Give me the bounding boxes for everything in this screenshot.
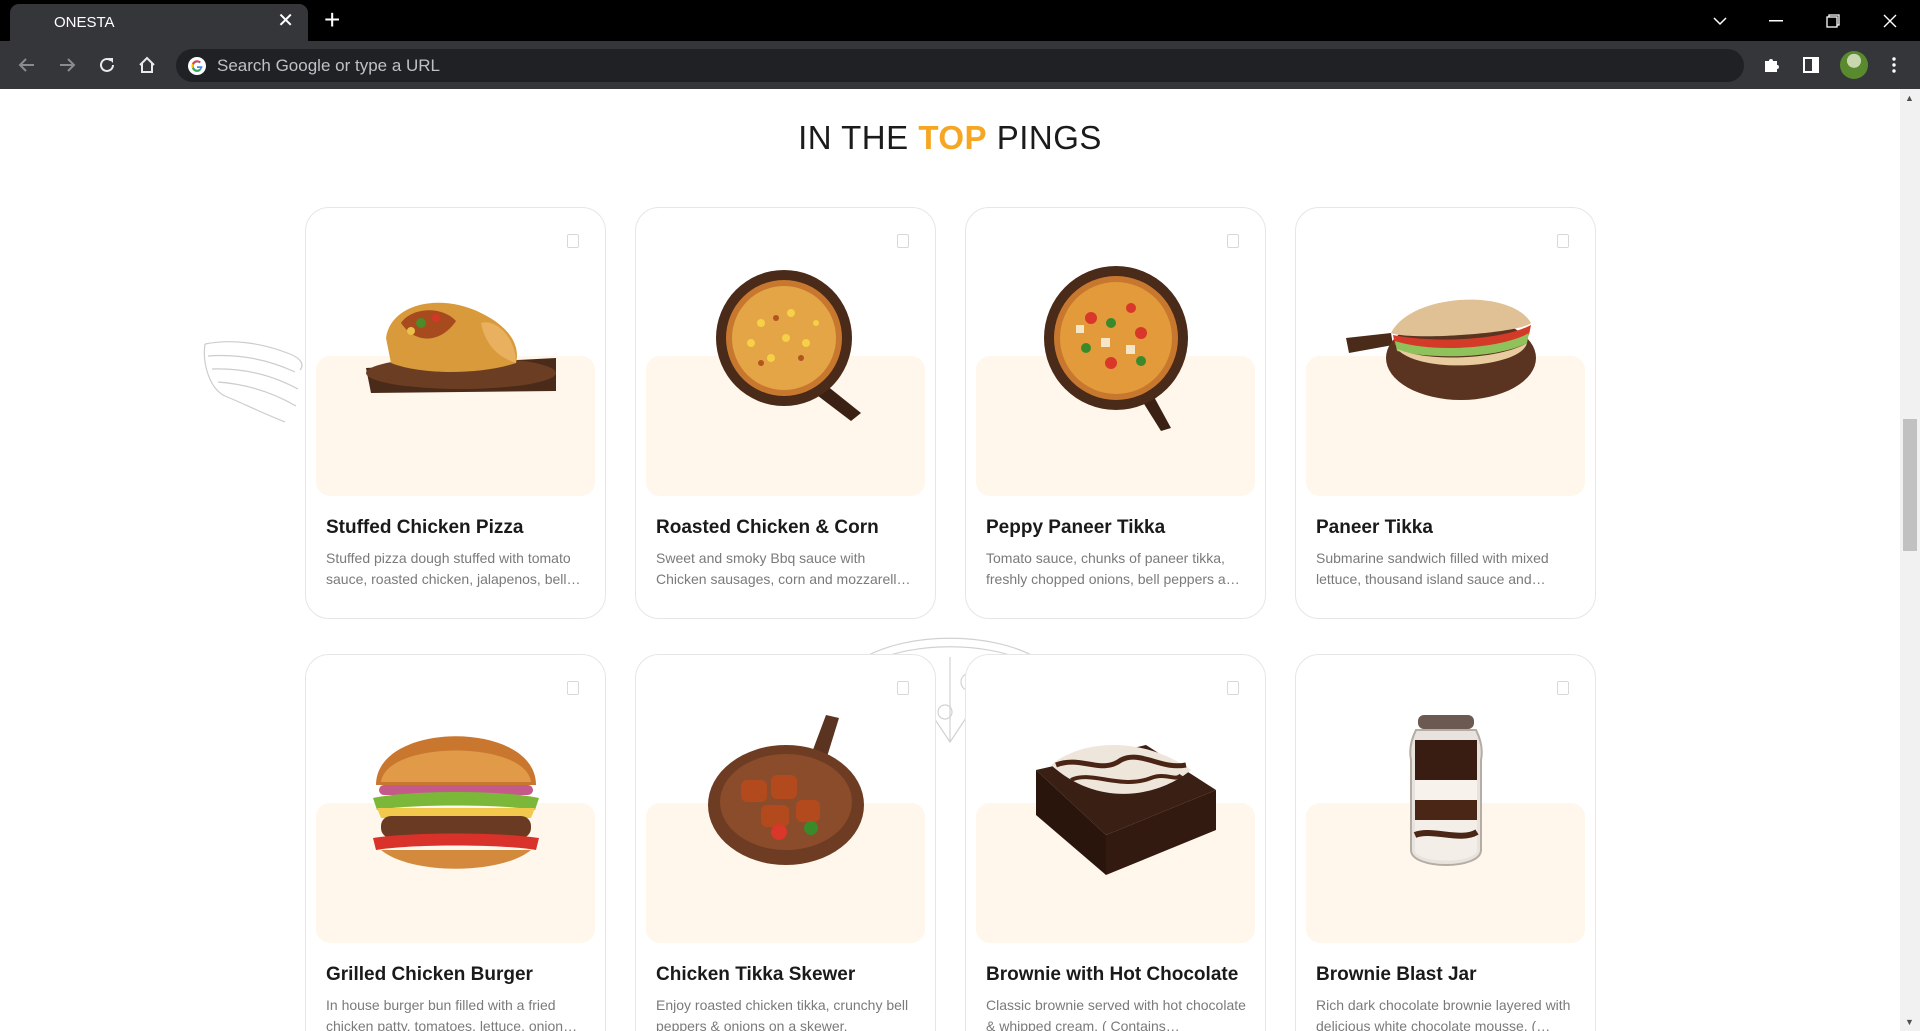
favorite-icon[interactable] bbox=[1557, 234, 1569, 248]
browser-menu-button[interactable] bbox=[1880, 51, 1908, 79]
arrow-right-icon bbox=[60, 58, 76, 72]
puzzle-icon bbox=[1765, 59, 1779, 72]
browser-titlebar: ONESTA ✕ + bbox=[0, 0, 1920, 41]
product-description: In house burger bun filled with a fried … bbox=[326, 997, 578, 1031]
address-input[interactable] bbox=[217, 49, 1717, 82]
product-name: Chicken Tikka Skewer bbox=[656, 964, 856, 985]
forward-button[interactable] bbox=[53, 51, 81, 79]
sub-sandwich-image bbox=[1346, 299, 1536, 400]
product-name: Stuffed Chicken Pizza bbox=[326, 517, 524, 538]
scroll-down-arrow-icon[interactable]: ▼ bbox=[1905, 1017, 1914, 1027]
kebab-menu-icon bbox=[1892, 57, 1896, 73]
product-description: Enjoy roasted chicken tikka, crunchy bel… bbox=[656, 997, 909, 1031]
tab-title: ONESTA bbox=[54, 14, 115, 31]
tab-favicon-icon bbox=[26, 16, 40, 30]
product-card[interactable]: Chicken Tikka Skewer Enjoy roasted chick… bbox=[635, 654, 936, 1031]
product-name: Peppy Paneer Tikka bbox=[986, 517, 1166, 538]
favorite-icon[interactable] bbox=[1227, 681, 1239, 695]
omnibox[interactable] bbox=[176, 49, 1744, 82]
scroll-up-arrow-icon[interactable]: ▲ bbox=[1905, 93, 1914, 103]
hand-sketch-icon bbox=[203, 341, 303, 423]
product-name: Brownie with Hot Chocolate bbox=[986, 964, 1239, 985]
section-title-accent: TOP bbox=[918, 119, 988, 156]
reload-button[interactable] bbox=[93, 51, 121, 79]
close-icon bbox=[1883, 14, 1897, 27]
product-card[interactable]: Stuffed Chicken Pizza Stuffed pizza doug… bbox=[305, 207, 606, 619]
home-button[interactable] bbox=[133, 51, 161, 79]
favorite-icon[interactable] bbox=[897, 681, 909, 695]
arrow-left-icon bbox=[18, 58, 34, 72]
product-name: Roasted Chicken & Corn bbox=[656, 517, 879, 538]
favorite-icon[interactable] bbox=[897, 234, 909, 248]
product-description: Submarine sandwich filled with mixed let… bbox=[1316, 550, 1549, 587]
product-description: Stuffed pizza dough stuffed with tomato … bbox=[326, 550, 581, 587]
section-title-prefix: IN THE bbox=[798, 119, 919, 156]
product-description: Tomato sauce, chunks of paneer tikka, fr… bbox=[986, 550, 1240, 587]
back-button[interactable] bbox=[13, 51, 41, 79]
favorite-icon[interactable] bbox=[1557, 681, 1569, 695]
product-card[interactable]: Brownie with Hot Chocolate Classic brown… bbox=[965, 654, 1266, 1031]
brownie-image bbox=[1036, 745, 1216, 875]
scrollbar-thumb[interactable] bbox=[1903, 419, 1917, 551]
product-card[interactable]: Peppy Paneer Tikka Tomato sauce, chunks … bbox=[965, 207, 1266, 619]
product-name: Grilled Chicken Burger bbox=[326, 964, 533, 985]
browser-toolbar bbox=[0, 41, 1920, 89]
google-icon bbox=[188, 57, 206, 75]
section-title-suffix: PINGS bbox=[987, 119, 1102, 156]
product-card[interactable]: Roasted Chicken & Corn Sweet and smoky B… bbox=[635, 207, 936, 619]
chevron-down-icon bbox=[1713, 16, 1727, 25]
tab-search-button[interactable] bbox=[1692, 0, 1748, 41]
reload-icon bbox=[100, 57, 114, 72]
home-icon bbox=[139, 56, 155, 73]
section-title: IN THE TOP PINGS bbox=[0, 119, 1900, 157]
extensions-button[interactable] bbox=[1757, 51, 1785, 79]
product-description: Sweet and smoky Bbq sauce with Chicken s… bbox=[656, 550, 911, 587]
product-description: Classic brownie served with hot chocolat… bbox=[986, 997, 1246, 1031]
favorite-icon[interactable] bbox=[567, 234, 579, 248]
side-panel-icon bbox=[1803, 57, 1819, 73]
product-name: Brownie Blast Jar bbox=[1316, 964, 1477, 985]
page-viewport: IN THE TOP PINGS Stuffed Chicken Pizza S… bbox=[0, 89, 1900, 1031]
brownie-jar-image bbox=[1409, 715, 1483, 866]
favorite-icon[interactable] bbox=[567, 681, 579, 695]
close-window-button[interactable] bbox=[1862, 0, 1918, 41]
product-card[interactable]: Paneer Tikka Submarine sandwich filled w… bbox=[1295, 207, 1596, 619]
restore-icon bbox=[1826, 13, 1840, 28]
minimize-icon bbox=[1769, 19, 1783, 21]
product-card[interactable]: Grilled Chicken Burger In house burger b… bbox=[305, 654, 606, 1031]
product-name: Paneer Tikka bbox=[1316, 517, 1433, 538]
tab-close-button[interactable]: ✕ bbox=[277, 10, 294, 32]
product-card[interactable]: Brownie Blast Jar Rich dark chocolate br… bbox=[1295, 654, 1596, 1031]
product-description: Rich dark chocolate brownie layered with… bbox=[1316, 997, 1571, 1031]
stuffed-pizza-image bbox=[366, 302, 556, 393]
side-panel-button[interactable] bbox=[1797, 51, 1825, 79]
corn-pizza-image bbox=[716, 270, 861, 421]
burger-image bbox=[373, 736, 539, 869]
tikka-image bbox=[708, 715, 864, 865]
favorite-icon[interactable] bbox=[1227, 234, 1239, 248]
new-tab-button[interactable]: + bbox=[324, 5, 340, 35]
minimize-button[interactable] bbox=[1748, 0, 1804, 41]
restore-button[interactable] bbox=[1805, 0, 1861, 41]
page-scrollbar[interactable]: ▲ ▼ bbox=[1900, 89, 1920, 1031]
browser-tab[interactable]: ONESTA ✕ bbox=[10, 4, 308, 41]
paneer-pizza-image bbox=[1044, 266, 1188, 431]
profile-avatar[interactable] bbox=[1840, 51, 1868, 79]
